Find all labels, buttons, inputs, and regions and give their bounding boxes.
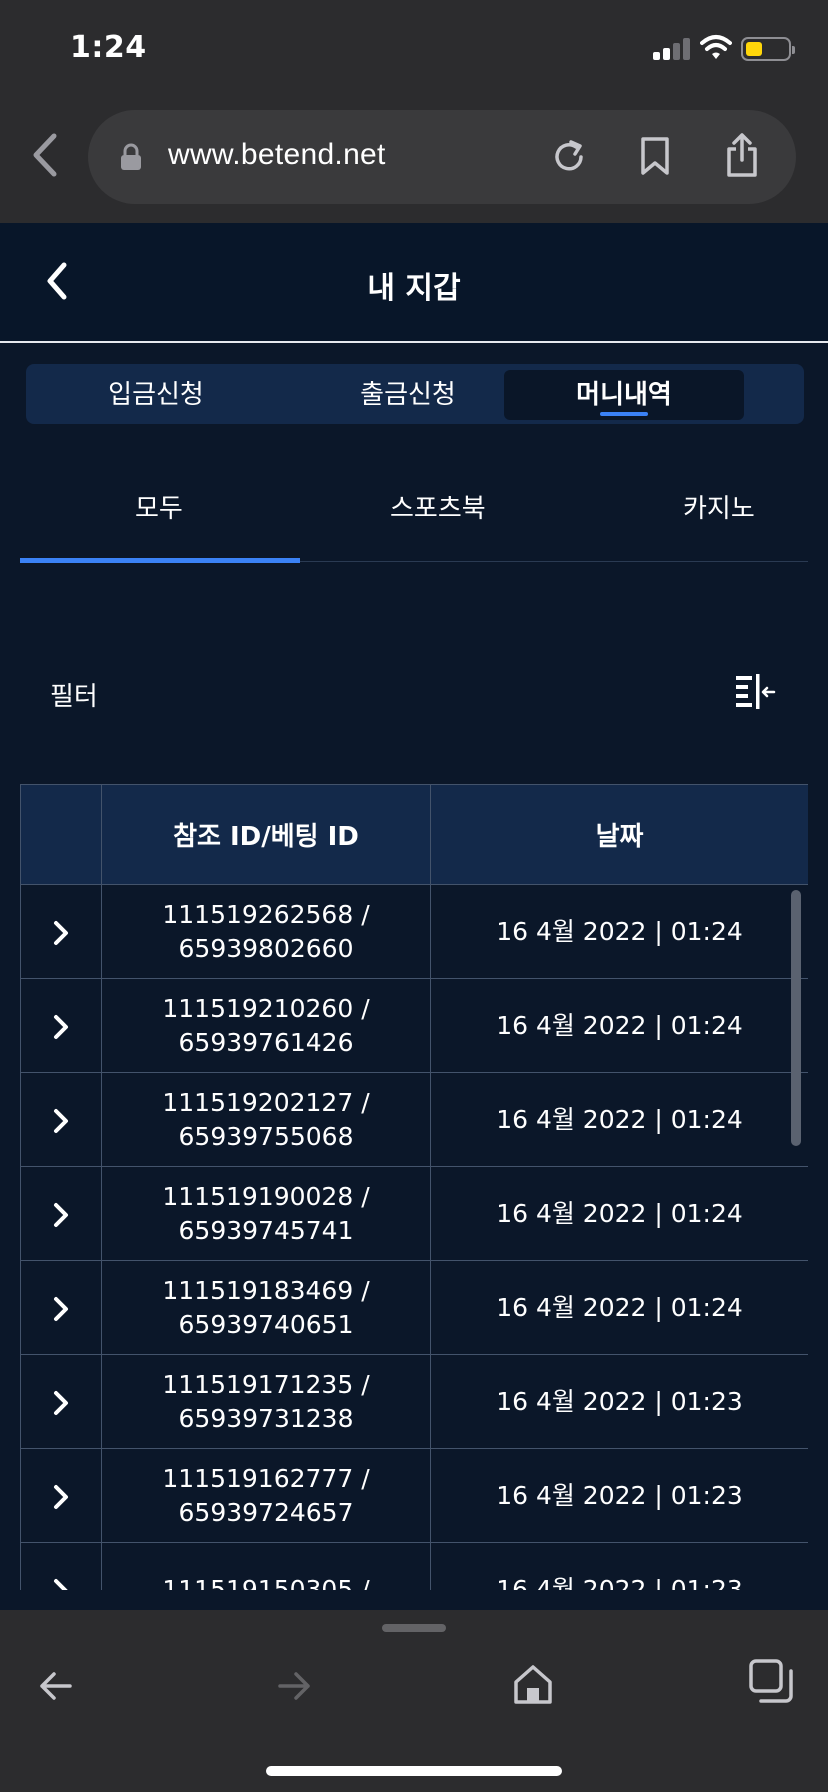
chevron-right-icon [54, 1296, 68, 1321]
date-cell: 16 4월 2022 | 01:23 [430, 1354, 808, 1449]
wallet-header: 내 지갑 [0, 223, 828, 343]
chevron-right-icon [54, 920, 68, 945]
bet-id: 65939731238 [178, 1403, 354, 1433]
browser-toolbar [0, 1610, 828, 1792]
cellular-signal-icon [653, 36, 691, 60]
tab-label: 머니내역 [576, 380, 672, 410]
ref-id: 111519183469 / [162, 1275, 370, 1305]
date-cell: 16 4월 2022 | 01:23 [430, 1542, 808, 1590]
table-scrollbar[interactable] [791, 890, 801, 1146]
tab-deposit-request[interactable]: 입금신청 [36, 370, 276, 420]
expand-cell[interactable] [20, 1448, 102, 1543]
ref-id-cell: 111519262568 / 65939802660 [101, 884, 431, 979]
tab-label: 입금신청 [108, 380, 204, 410]
ref-id: 111519202127 / [162, 1087, 370, 1117]
chevron-right-icon [54, 1390, 68, 1415]
date-cell: 16 4월 2022 | 01:24 [430, 1166, 808, 1261]
bet-id: 65939755068 [178, 1121, 354, 1151]
expand-cell[interactable] [20, 1260, 102, 1355]
table-row[interactable]: 111519190028 / 65939745741 16 4월 2022 | 0… [20, 1166, 808, 1261]
column-header-ref-id: 참조 ID/베팅 ID [101, 784, 431, 885]
ref-id: 111519150305 / [162, 1574, 370, 1591]
bet-id: 65939724657 [178, 1497, 354, 1527]
ref-id-cell: 111519202127 / 65939755068 [101, 1072, 431, 1167]
chevron-right-icon [54, 1014, 68, 1039]
bet-id: 65939802660 [178, 933, 354, 963]
tab-label: 출금신청 [360, 380, 456, 410]
table-row[interactable]: 111519202127 / 65939755068 16 4월 2022 | 0… [20, 1072, 808, 1167]
ref-id: 111519171235 / [162, 1369, 370, 1399]
address-bar[interactable]: www.betend.net [88, 110, 796, 204]
filter-label: 필터 [50, 682, 98, 712]
chevron-right-icon [54, 1108, 68, 1133]
subtab-sportsbook[interactable]: 스포츠북 [390, 488, 486, 525]
column-header-date: 날짜 [430, 784, 808, 885]
arrow-right-icon[interactable] [274, 1666, 314, 1706]
tab-money-history[interactable]: 머니내역 [504, 370, 744, 420]
tabs-icon[interactable] [748, 1658, 794, 1704]
expand-cell[interactable] [20, 1166, 102, 1261]
home-icon[interactable] [512, 1662, 554, 1706]
ref-id: 111519190028 / [162, 1181, 370, 1211]
ref-id: 111519162777 / [162, 1463, 370, 1493]
history-sub-tabs: 모두 스포츠북 카지노 [20, 470, 808, 563]
page-title: 내 지갑 [367, 271, 461, 306]
history-table-container[interactable]: 참조 ID/베팅 ID 날짜 111519262568 / 65939802660… [20, 784, 808, 1590]
date-cell: 16 4월 2022 | 01:24 [430, 884, 808, 979]
column-header-expand [20, 784, 102, 885]
ref-id-cell: 111519190028 / 65939745741 [101, 1166, 431, 1261]
table-row[interactable]: 111519210260 / 65939761426 16 4월 2022 | 0… [20, 978, 808, 1073]
table-row[interactable]: 111519171235 / 65939731238 16 4월 2022 | 0… [20, 1354, 808, 1449]
expand-cell[interactable] [20, 1072, 102, 1167]
url-text: www.betend.net [168, 138, 386, 171]
expand-cell[interactable] [20, 978, 102, 1073]
bet-id: 65939745741 [178, 1215, 354, 1245]
status-time: 1:24 [70, 30, 147, 65]
date-cell: 16 4월 2022 | 01:24 [430, 978, 808, 1073]
table-row[interactable]: 111519262568 / 65939802660 16 4월 2022 | 0… [20, 884, 808, 979]
ref-id-cell: 111519171235 / 65939731238 [101, 1354, 431, 1449]
ref-id: 111519210260 / [162, 993, 370, 1023]
share-icon[interactable] [724, 132, 760, 178]
date-cell: 16 4월 2022 | 01:23 [430, 1448, 808, 1543]
reload-icon[interactable] [550, 138, 588, 176]
table-header-row: 참조 ID/베팅 ID 날짜 [20, 784, 808, 885]
filter-collapse-icon[interactable] [732, 672, 778, 712]
active-tab-underline [600, 412, 648, 416]
ref-id: 111519262568 / [162, 899, 370, 929]
bookmark-icon[interactable] [638, 136, 672, 176]
expand-cell[interactable] [20, 884, 102, 979]
history-table: 참조 ID/베팅 ID 날짜 111519262568 / 65939802660… [20, 784, 808, 1590]
ref-id-cell: 111519150305 / [101, 1542, 431, 1591]
chevron-right-icon [54, 1484, 68, 1509]
subtab-casino[interactable]: 카지노 [683, 488, 755, 525]
wallet-segment-tabs: 입금신청 출금신청 머니내역 [26, 364, 804, 424]
battery-icon [741, 37, 795, 61]
browser-chrome-top: 1:24 www.betend.net [0, 0, 828, 223]
chevron-right-icon [54, 1578, 68, 1590]
table-row[interactable]: 111519183469 / 65939740651 16 4월 2022 | 0… [20, 1260, 808, 1355]
subtab-all[interactable]: 모두 [135, 488, 183, 525]
browser-back-icon[interactable] [26, 130, 66, 180]
bet-id: 65939761426 [178, 1027, 354, 1057]
ref-id-cell: 111519183469 / 65939740651 [101, 1260, 431, 1355]
expand-cell[interactable] [20, 1354, 102, 1449]
subtab-active-indicator [20, 558, 300, 563]
table-row[interactable]: 111519150305 / 16 4월 2022 | 01:23 [20, 1542, 808, 1591]
bet-id: 65939740651 [178, 1309, 354, 1339]
chevron-right-icon [54, 1202, 68, 1227]
wifi-icon [700, 35, 732, 59]
table-row[interactable]: 111519162777 / 65939724657 16 4월 2022 | 0… [20, 1448, 808, 1543]
ref-id-cell: 111519210260 / 65939761426 [101, 978, 431, 1073]
arrow-left-icon[interactable] [36, 1666, 76, 1706]
lock-icon [121, 143, 141, 170]
toolbar-grabber[interactable] [382, 1624, 446, 1632]
home-indicator [266, 1766, 562, 1776]
date-cell: 16 4월 2022 | 01:24 [430, 1260, 808, 1355]
expand-cell[interactable] [20, 1542, 102, 1590]
ref-id-cell: 111519162777 / 65939724657 [101, 1448, 431, 1543]
tab-withdraw-request[interactable]: 출금신청 [288, 370, 528, 420]
date-cell: 16 4월 2022 | 01:24 [430, 1072, 808, 1167]
